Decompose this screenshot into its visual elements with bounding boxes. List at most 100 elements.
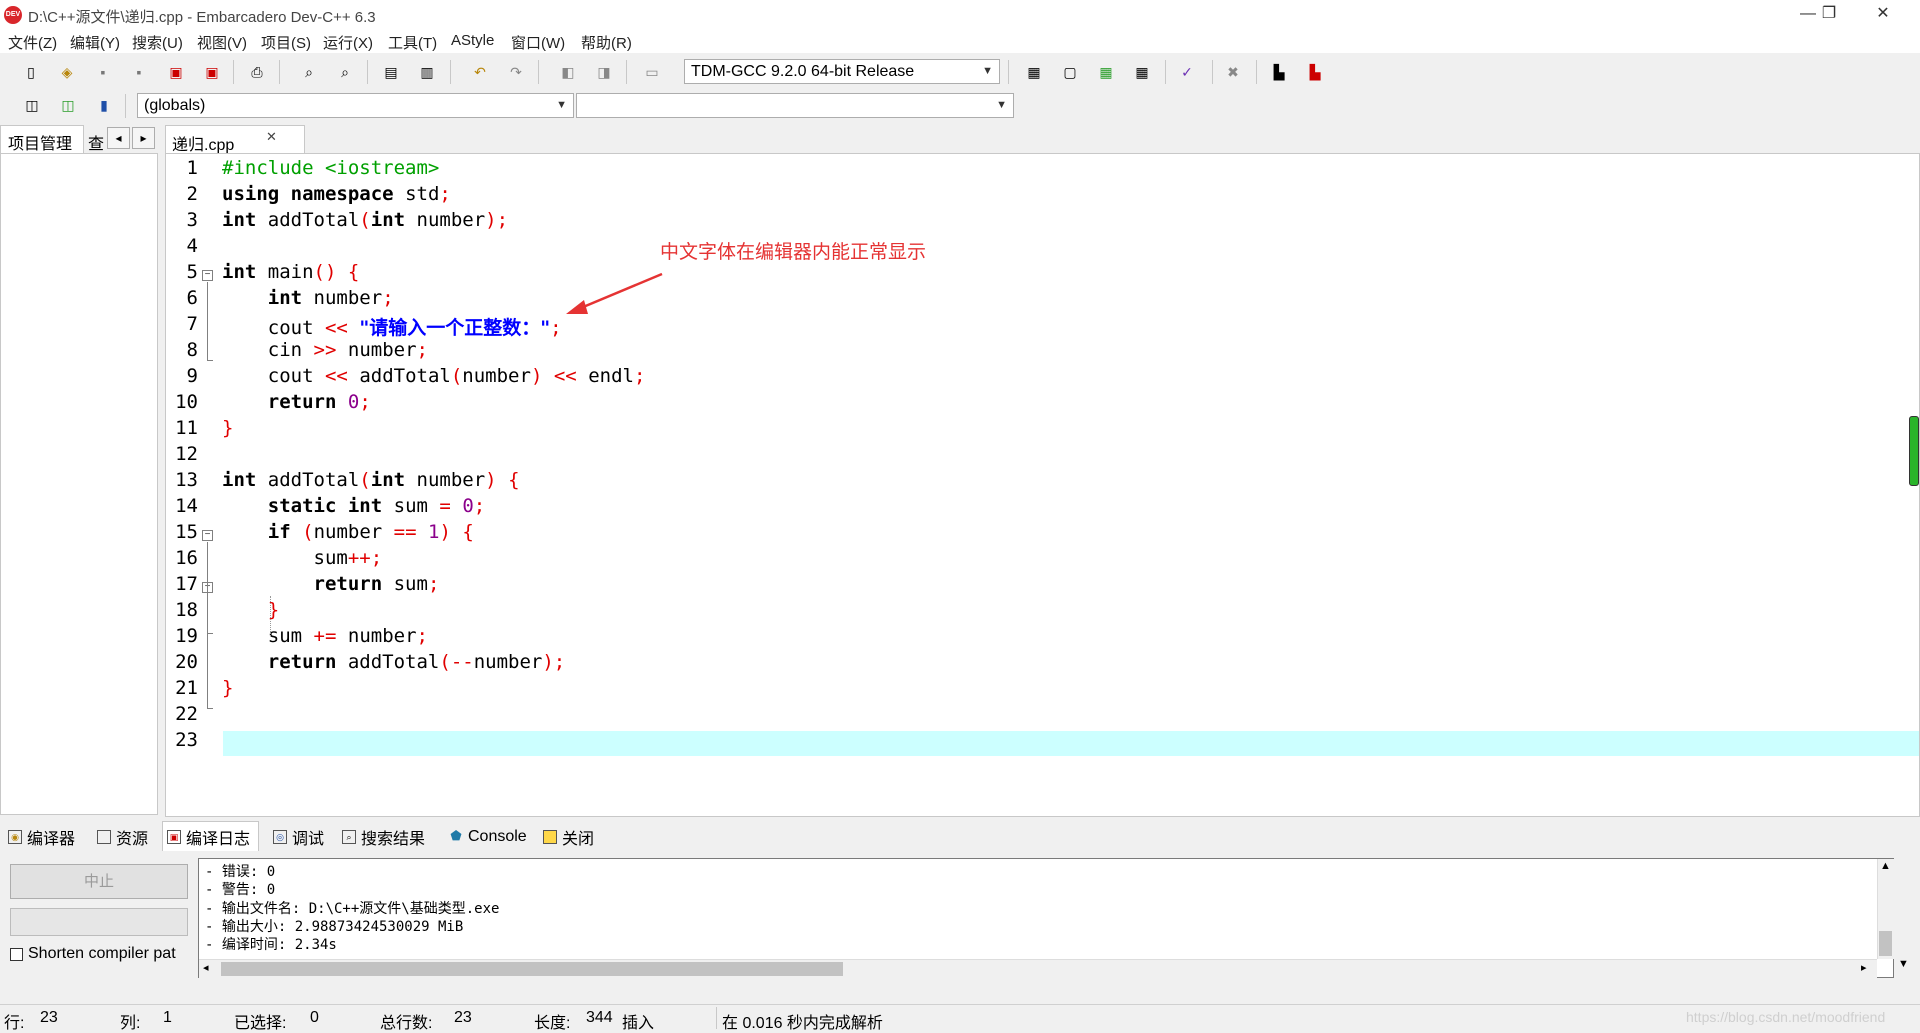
code-line[interactable]: } <box>222 417 233 439</box>
code-line[interactable]: sum += number; <box>222 625 428 647</box>
compile-icon[interactable]: ▦ <box>1023 61 1045 83</box>
scroll-left-icon[interactable]: ◂ <box>203 961 209 974</box>
console-icon: ⬟ <box>450 828 462 843</box>
tab-compile-log[interactable]: ▣ 编译日志 <box>162 821 260 851</box>
code-line[interactable]: return 0; <box>222 391 371 413</box>
compile-log-icon: ▣ <box>167 829 181 844</box>
log-line: - 警告: 0 <box>205 882 276 899</box>
compile-run-icon[interactable]: ▦ <box>1095 61 1117 83</box>
code-editor[interactable]: 1 2 3 4 5 6 7 8 9 10 11 12 13 14 15 16 17 18 19 20 21 22 23 #i… <box>165 153 1920 817</box>
code-line[interactable]: int addTotal(int number) { <box>222 469 520 491</box>
tab-close-panel[interactable]: 关闭 <box>543 825 594 849</box>
save-all-icon[interactable]: ▪ <box>128 61 150 83</box>
replace-icon[interactable]: ⌕ <box>334 61 356 83</box>
log-horizontal-scrollbar[interactable]: ◂ ▸ <box>199 959 1877 978</box>
goto-declaration-icon[interactable]: ▮ <box>93 94 115 116</box>
status-parse-info: 在 0.016 秒内完成解析 <box>722 1015 883 1032</box>
code-line[interactable]: int main() { <box>222 261 359 283</box>
tab-debug[interactable]: ◎ 调试 <box>273 825 324 849</box>
scope-select-value: (globals) <box>144 97 206 114</box>
log-vertical-scrollbar[interactable]: ▲ <box>1877 859 1894 959</box>
close-button[interactable]: ✕ <box>1860 0 1906 30</box>
rebuild-icon[interactable]: ▦ <box>1131 61 1153 83</box>
code-line[interactable]: cin >> number; <box>222 339 428 361</box>
scope-select[interactable]: (globals) ▼ <box>137 93 574 118</box>
scroll-right-icon[interactable]: ▸ <box>1861 961 1867 974</box>
tab-compiler[interactable]: ◉ 编译器 <box>8 825 75 849</box>
tab-search-results[interactable]: ⌕ 搜索结果 <box>342 825 425 849</box>
line-number: 22 <box>175 703 198 725</box>
code-line[interactable]: #include <iostream> <box>222 157 439 179</box>
unindent-icon[interactable]: ◨ <box>593 61 615 83</box>
code-line[interactable]: using namespace std; <box>222 183 451 205</box>
find-icon[interactable]: ⌕ <box>298 61 320 83</box>
menu-search[interactable]: 搜索(U) <box>132 32 183 53</box>
insert-icon[interactable]: ◫ <box>57 94 79 116</box>
scroll-up-icon[interactable]: ▲ <box>1880 860 1891 872</box>
new-class-icon[interactable]: ◫ <box>21 94 43 116</box>
undo-icon[interactable]: ↶ <box>469 61 491 83</box>
redo-icon[interactable]: ↷ <box>505 61 527 83</box>
menu-run[interactable]: 运行(X) <box>323 32 373 53</box>
tab-console[interactable]: ⬟ Console <box>449 825 526 849</box>
menu-file[interactable]: 文件(Z) <box>8 32 57 53</box>
profile-chart-icon[interactable]: ▙ <box>1268 61 1290 83</box>
devcpp-logo-icon: DEV C++ <box>4 6 22 36</box>
tab-scroll-right-button[interactable]: ▸ <box>132 127 155 149</box>
log-hscroll-thumb[interactable] <box>221 962 843 976</box>
code-line[interactable]: cout << "请输入一个正整数："; <box>222 313 562 340</box>
toggle-comment-icon[interactable]: ▭ <box>641 61 663 83</box>
code-line[interactable]: return sum; <box>222 573 440 595</box>
editor-scrollbar-thumb[interactable] <box>1909 416 1919 486</box>
line-number: 7 <box>186 313 198 335</box>
menu-help[interactable]: 帮助(R) <box>581 32 632 53</box>
close-file-icon[interactable]: ▣ <box>165 61 187 83</box>
code-line[interactable]: } <box>222 677 233 699</box>
compile-log-output[interactable]: - 错误: 0 - 警告: 0- 输出文件名: D:\C++源文件\基础类型.ex… <box>198 858 1894 978</box>
print-icon[interactable]: ⎙ <box>246 61 268 83</box>
code-line[interactable]: if (number == 1) { <box>222 521 474 543</box>
bookmark-icon[interactable]: ▥ <box>416 61 438 83</box>
tab-resources[interactable]: 资源 <box>97 825 148 849</box>
stop-compile-button[interactable]: 中止 <box>10 864 188 899</box>
menu-tools[interactable]: 工具(T) <box>388 32 437 53</box>
indent-icon[interactable]: ◧ <box>557 61 579 83</box>
menu-view[interactable]: 视图(V) <box>197 32 247 53</box>
code-line[interactable]: cout << addTotal(number) << endl; <box>222 365 646 387</box>
status-selected-label: 已选择: <box>234 1015 287 1032</box>
menu-edit[interactable]: 编辑(Y) <box>70 32 120 53</box>
status-col-label: 列: <box>120 1015 141 1032</box>
tab-search[interactable]: 查 <box>88 130 106 154</box>
menu-astyle[interactable]: AStyle <box>451 32 494 49</box>
log-vscroll-thumb[interactable] <box>1879 931 1892 956</box>
check-syntax-icon[interactable]: ✓ <box>1176 61 1198 83</box>
goto-line-icon[interactable]: ▤ <box>380 61 402 83</box>
run-icon[interactable]: ▢ <box>1059 61 1081 83</box>
restore-button[interactable]: ❐ <box>1806 0 1852 30</box>
code-line[interactable]: sum++; <box>222 547 383 569</box>
fold-toggle-main[interactable]: − <box>202 270 213 281</box>
new-file-icon[interactable]: ▯ <box>20 61 42 83</box>
delete-profile-icon[interactable]: ▙ <box>1304 61 1326 83</box>
shorten-compiler-paths-option[interactable]: Shorten compiler pat <box>10 945 176 963</box>
code-line[interactable]: int number; <box>222 287 394 309</box>
menu-window[interactable]: 窗口(W) <box>511 32 565 53</box>
fold-toggle-addtotal[interactable]: − <box>202 530 213 541</box>
close-all-icon[interactable]: ▣ <box>201 61 223 83</box>
save-icon[interactable]: ▪ <box>92 61 114 83</box>
code-line[interactable]: static int sum = 0; <box>222 495 485 517</box>
function-select[interactable]: ▼ <box>576 93 1014 118</box>
code-line[interactable]: int addTotal(int number); <box>222 209 508 231</box>
panel-scroll-down-icon[interactable]: ▼ <box>1898 958 1909 970</box>
code-line[interactable]: return addTotal(--number); <box>222 651 565 673</box>
stop-execution-icon[interactable]: ✖ <box>1222 61 1244 83</box>
open-file-icon[interactable]: ◈ <box>56 61 78 83</box>
compiler-select[interactable]: TDM-GCC 9.2.0 64-bit Release ▼ <box>684 59 1000 84</box>
tab-project-manager[interactable]: 项目管理 <box>0 125 84 153</box>
menu-project[interactable]: 项目(S) <box>261 32 311 53</box>
project-tree-pane[interactable] <box>0 153 158 815</box>
editor-tab-recursion[interactable]: 递归.cpp ✕ <box>165 125 305 155</box>
shorten-paths-checkbox[interactable] <box>10 947 23 961</box>
close-tab-icon[interactable]: ✕ <box>266 129 277 145</box>
tab-scroll-left-button[interactable]: ◂ <box>107 127 130 149</box>
